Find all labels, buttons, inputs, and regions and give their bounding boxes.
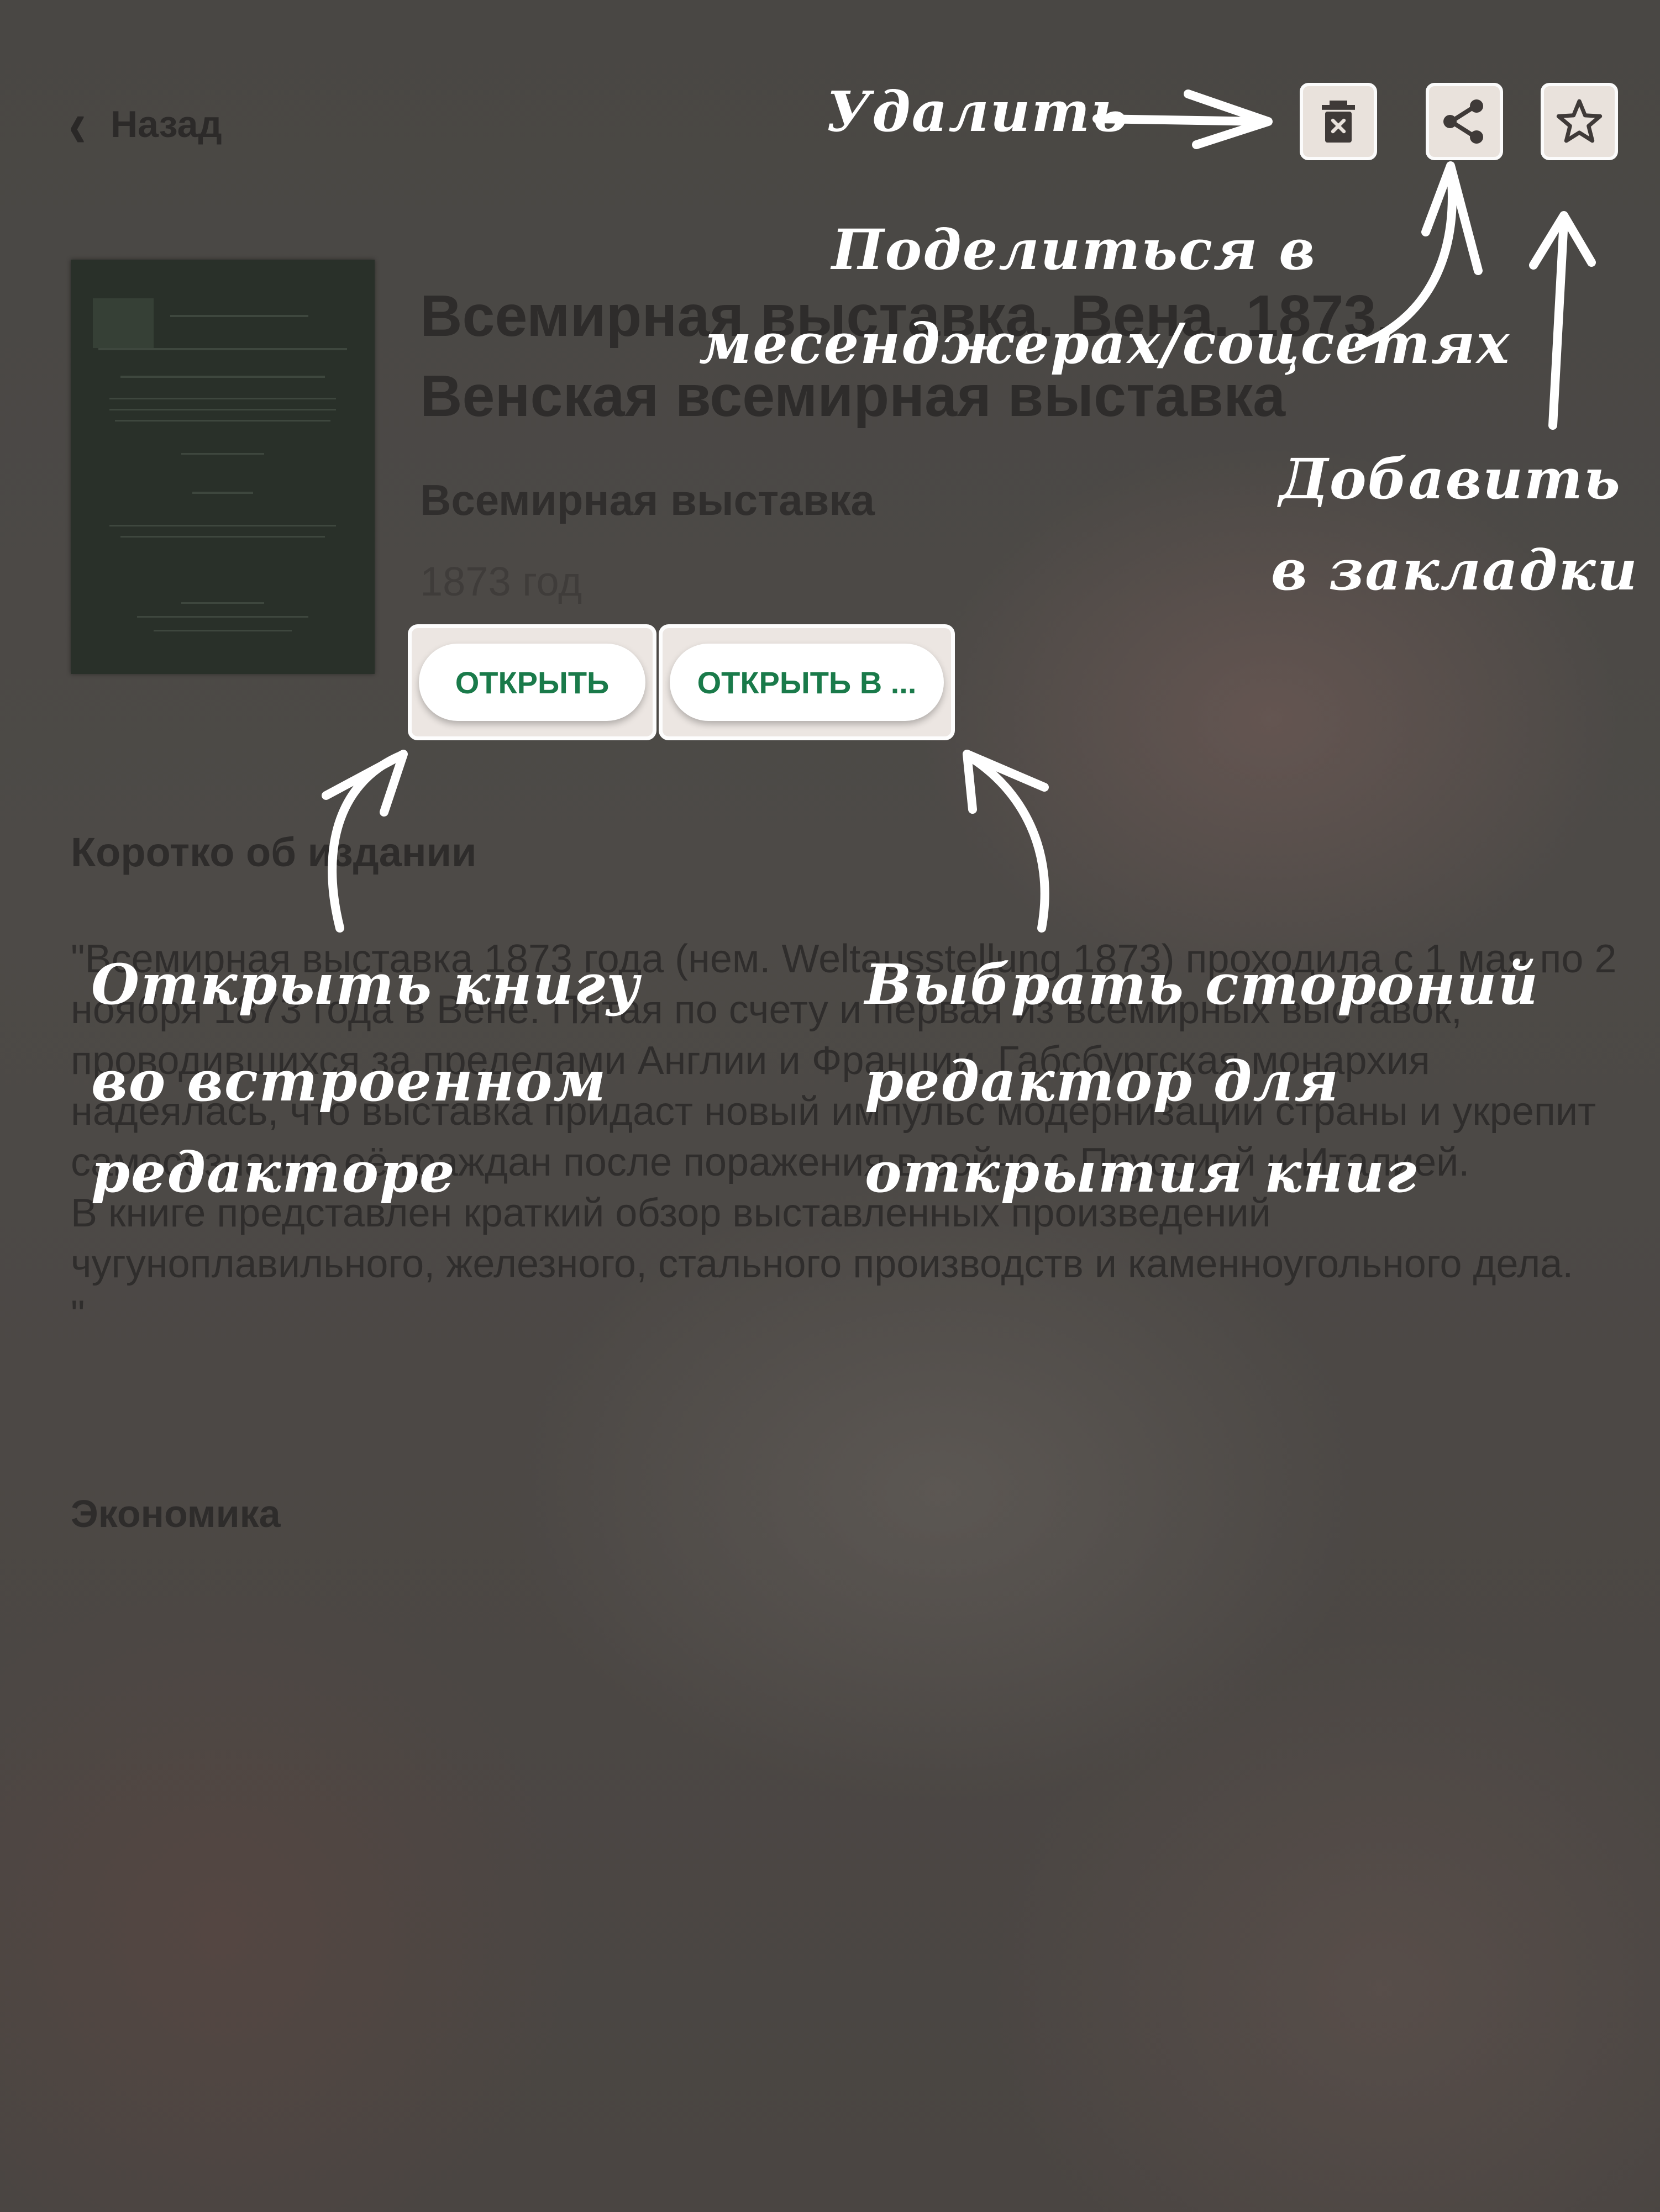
- back-button[interactable]: ‹ Назад: [66, 87, 222, 161]
- open-button[interactable]: ОТКРЫТЬ: [419, 644, 645, 721]
- open-button-highlight: ОТКРЫТЬ: [408, 624, 656, 740]
- open-in-button-highlight: ОТКРЫТЬ В ...: [659, 624, 955, 740]
- chevron-left-icon: ‹: [68, 87, 86, 161]
- delete-button[interactable]: [1300, 83, 1377, 160]
- share-icon: [1443, 99, 1483, 144]
- book-year: 1873 год: [420, 559, 582, 604]
- annotation-open-in-line3: открытия книг: [865, 1140, 1418, 1205]
- back-label: Назад: [110, 103, 222, 145]
- annotation-bookmark-line1: Добавить: [1279, 446, 1621, 512]
- annotation-open-line3: редакторе: [91, 1140, 456, 1205]
- annotation-delete: Удалить: [826, 79, 1129, 144]
- star-icon: [1556, 99, 1603, 143]
- annotation-open-line2: во встроенном: [91, 1049, 607, 1114]
- bookmark-button[interactable]: [1541, 83, 1618, 160]
- about-heading: Коротко об издании: [71, 829, 477, 875]
- share-button[interactable]: [1426, 83, 1503, 160]
- annotation-bookmark-line2: в закладки: [1271, 538, 1638, 603]
- book-category: Экономика: [71, 1492, 281, 1535]
- book-cover-image: [71, 260, 375, 674]
- book-series: Всемирная выставка: [420, 476, 875, 524]
- annotation-share-line1: Поделиться в: [832, 217, 1316, 282]
- annotation-open-line1: Открыть книгу: [91, 952, 641, 1017]
- open-in-button[interactable]: ОТКРЫТЬ В ...: [670, 644, 944, 721]
- annotation-open-in-line1: Выбрать стороний: [865, 952, 1540, 1017]
- annotation-open-in-line2: редактор для: [865, 1049, 1340, 1114]
- about-paragraph: ": [71, 1293, 85, 1337]
- annotation-share-line2: месенджерах/соцсетях: [699, 311, 1511, 376]
- trash-icon: [1322, 101, 1355, 143]
